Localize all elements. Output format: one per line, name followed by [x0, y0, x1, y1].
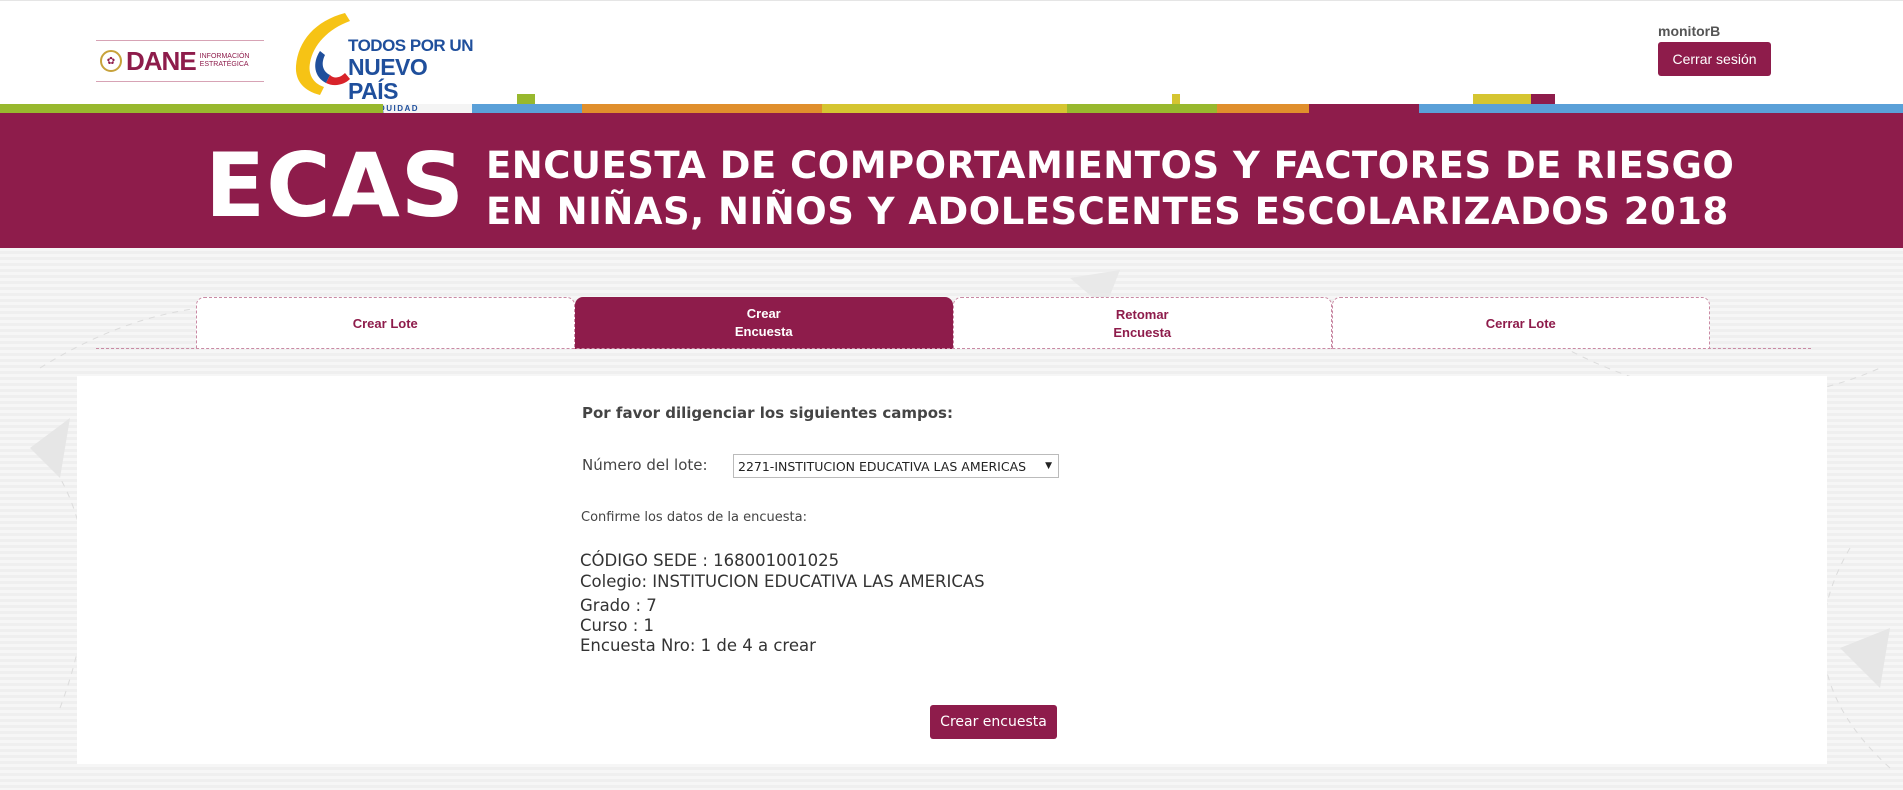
curso-text: Curso : 1 — [580, 616, 655, 635]
lote-number-select[interactable]: 2271-INSTITUCION EDUCATIVA LAS AMERICAS … — [733, 454, 1059, 478]
top-header: ✿ DANE INFORMACIÓN ESTRATÉGICA TODOS POR… — [0, 0, 1903, 125]
colombia-seal-icon: ✿ — [100, 50, 122, 72]
username: monitorB — [1658, 23, 1721, 39]
encuesta-nro-text: Encuesta Nro: 1 de 4 a crear — [580, 636, 816, 655]
ecas-banner: ECAS ENCUESTA DE COMPORTAMIENTOS Y FACTO… — [0, 113, 1903, 248]
codigo-sede-text: CÓDIGO SEDE : 168001001025 — [580, 551, 840, 570]
tab-cerrar-lote[interactable]: Cerrar Lote — [1331, 297, 1710, 349]
banner-acronym: ECAS — [205, 134, 466, 237]
form-heading: Por favor diligenciar los siguientes cam… — [582, 404, 953, 422]
banner-title: ENCUESTA DE COMPORTAMIENTOS Y FACTORES D… — [486, 144, 1735, 233]
dane-logo-subtitle: INFORMACIÓN ESTRATÉGICA — [199, 53, 250, 68]
lote-selected-value: 2271-INSTITUCION EDUCATIVA LAS AMERICAS — [738, 458, 1027, 474]
dane-logo[interactable]: ✿ DANE INFORMACIÓN ESTRATÉGICA — [96, 40, 264, 82]
create-survey-button[interactable]: Crear encuesta — [930, 705, 1057, 739]
tabs-divider — [96, 348, 1811, 349]
tab-crear-lote[interactable]: Crear Lote — [196, 297, 575, 349]
tab-crear-encuesta[interactable]: Crear Encuesta — [574, 297, 953, 349]
grado-text: Grado : 7 — [580, 596, 657, 615]
logout-button[interactable]: Cerrar sesión — [1658, 42, 1771, 76]
dane-logo-word: DANE — [126, 45, 197, 76]
confirm-data-label: Confirme los datos de la encuesta: — [581, 510, 807, 525]
gov-logo-line1: TODOS POR UN — [348, 36, 473, 55]
todos-por-un-nuevo-pais-logo[interactable]: TODOS POR UN NUEVO PAÍS PAZ EQUIDAD EDUC… — [290, 11, 480, 125]
colegio-text: Colegio: INSTITUCION EDUCATIVA LAS AMERI… — [580, 572, 985, 591]
survey-tabs: Crear Lote Crear Encuesta Retomar Encues… — [196, 297, 1710, 349]
tab-retomar-encuesta[interactable]: Retomar Encuesta — [953, 297, 1332, 349]
lote-number-label: Número del lote: — [582, 456, 708, 474]
chevron-down-icon: ▼ — [1045, 461, 1052, 471]
